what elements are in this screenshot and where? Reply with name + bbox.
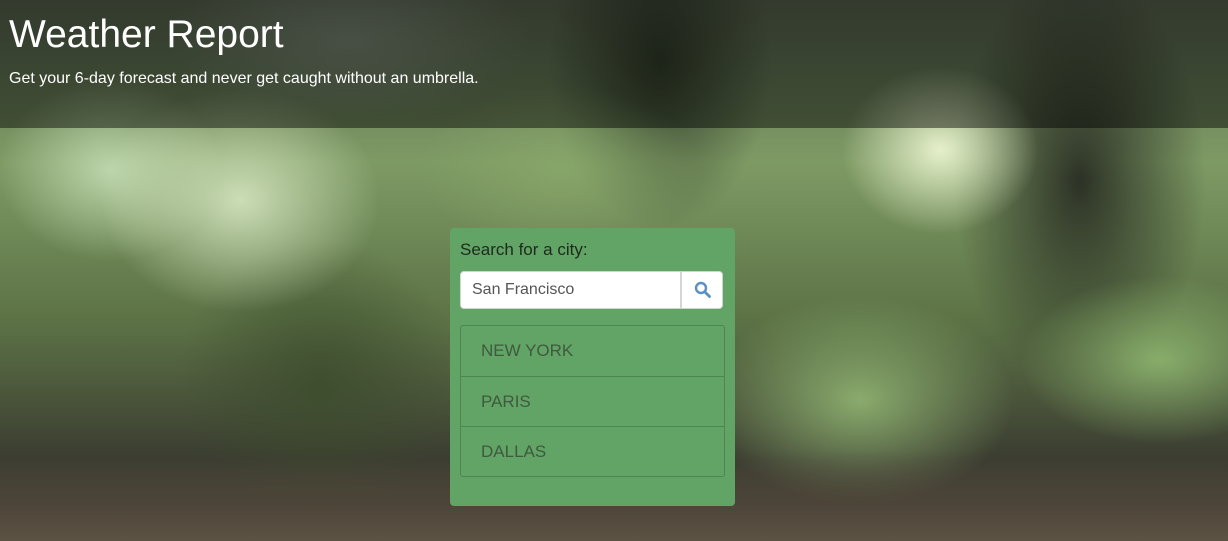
search-icon <box>694 281 711 298</box>
city-item-paris[interactable]: PARIS <box>461 376 724 426</box>
page-subtitle: Get your 6-day forecast and never get ca… <box>9 70 479 87</box>
weather-page: Weather Report Get your 6-day forecast a… <box>0 0 1228 541</box>
city-item-dallas[interactable]: DALLAS <box>461 426 724 476</box>
page-title: Weather Report <box>9 13 284 56</box>
header-banner: Weather Report Get your 6-day forecast a… <box>0 0 1228 128</box>
city-search-input[interactable] <box>460 271 681 309</box>
saved-cities-list: NEW YORK PARIS DALLAS <box>460 325 725 477</box>
search-label: Search for a city: <box>460 240 588 259</box>
search-panel: Search for a city: NEW YORK PARIS DALLAS <box>450 228 735 506</box>
city-item-new-york[interactable]: NEW YORK <box>461 326 724 376</box>
search-button[interactable] <box>681 271 723 309</box>
